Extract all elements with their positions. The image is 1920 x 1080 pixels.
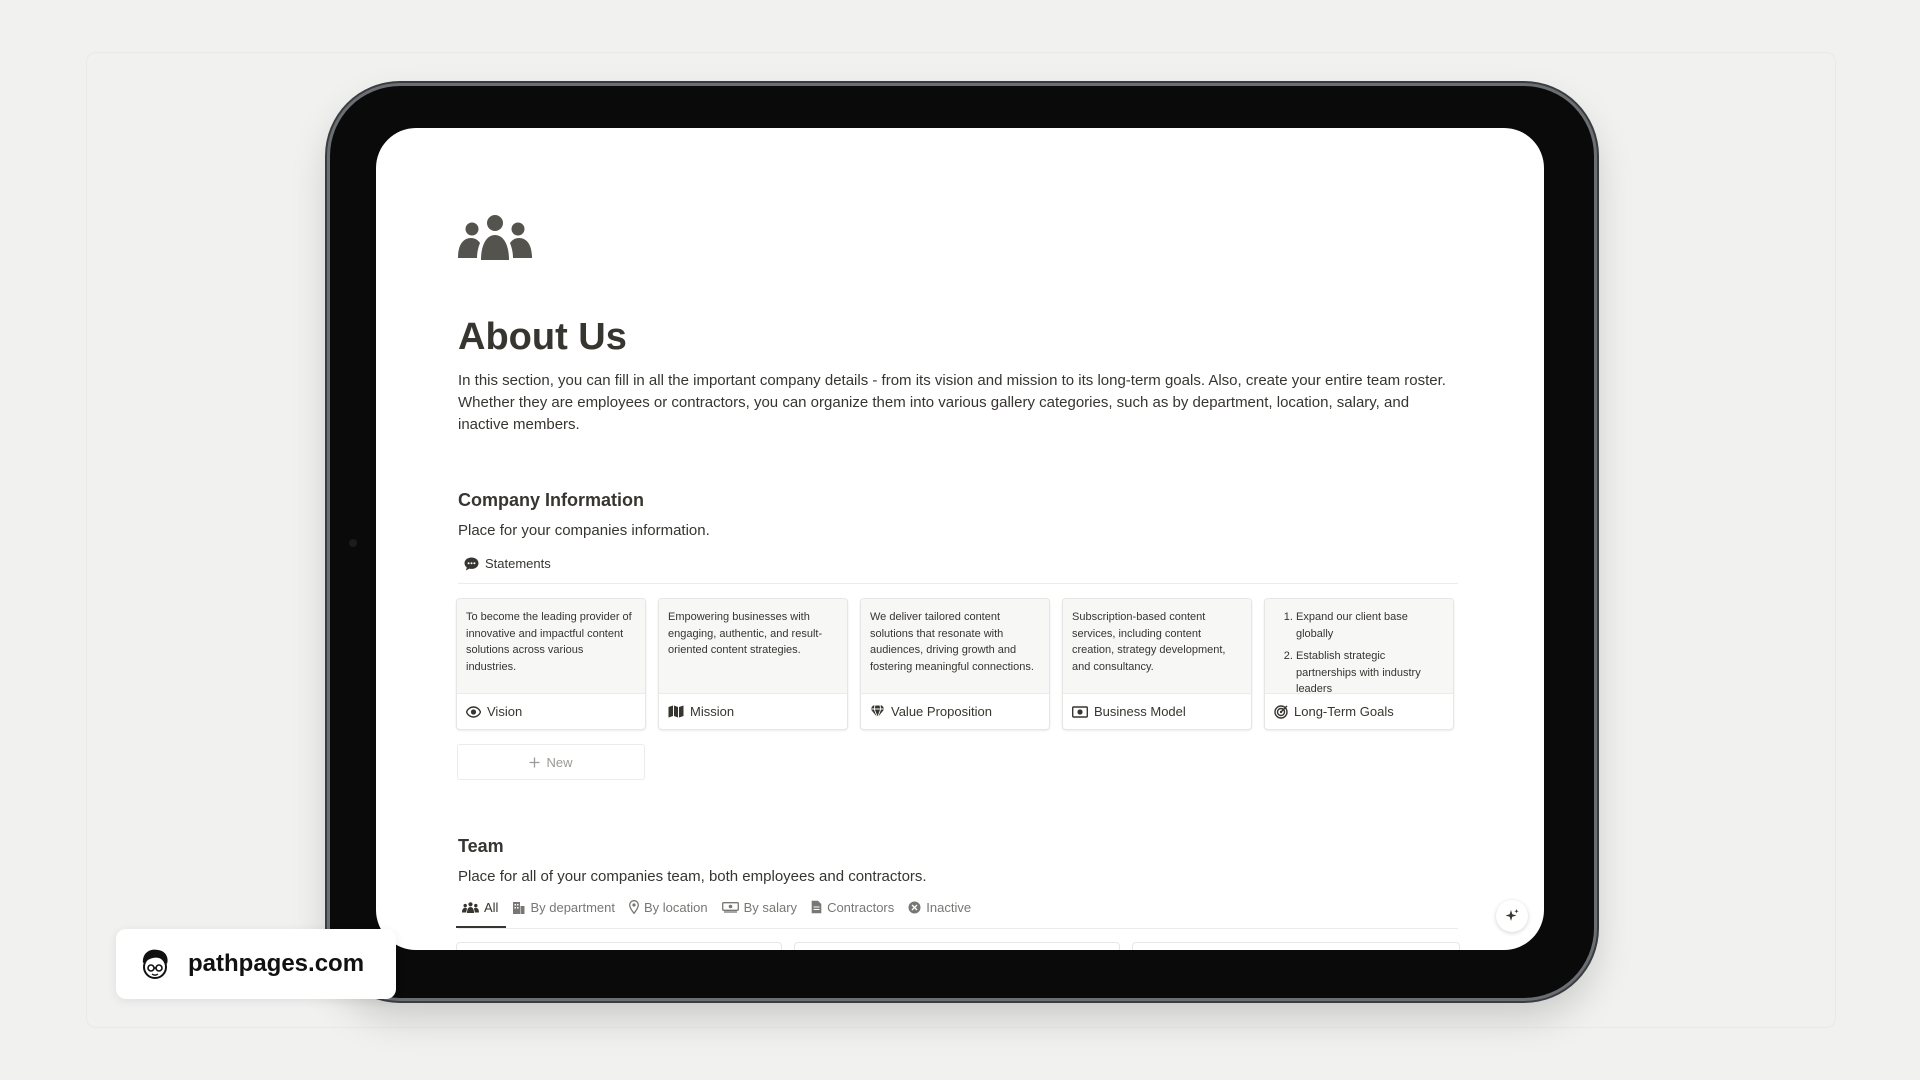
tab-contractors[interactable]: Contractors <box>811 896 894 918</box>
card-title-row: Value Proposition <box>861 693 1049 729</box>
team-icon <box>458 215 532 260</box>
target-icon <box>1274 704 1288 719</box>
document-icon <box>811 900 822 914</box>
sparkle-icon <box>1505 909 1519 921</box>
chat-bubble-icon <box>464 557 479 570</box>
tab-all[interactable]: All <box>462 896 498 918</box>
company-heading: Company Information <box>458 490 645 510</box>
tab-inactive[interactable]: Inactive <box>908 896 971 918</box>
card-long-term-goals[interactable]: Expand our client base globally Establis… <box>1264 598 1454 730</box>
team-card[interactable] <box>1132 942 1460 950</box>
map-icon <box>668 705 684 718</box>
tab-label: By salary <box>743 899 798 915</box>
pathpages-logo-icon <box>142 949 168 979</box>
team-heading: Team <box>458 836 504 856</box>
cash-icon <box>721 901 739 913</box>
pathpages-badge[interactable]: pathpages.com <box>116 929 396 999</box>
tabs-divider <box>458 928 1458 929</box>
card-preview: Empowering businesses with engaging, aut… <box>659 599 847 693</box>
statements-gallery: To become the leading provider of innova… <box>456 598 1454 730</box>
ai-assistant-button[interactable] <box>1496 900 1528 932</box>
card-value-proposition[interactable]: We deliver tailored content solutions th… <box>860 598 1050 730</box>
card-title: Vision <box>487 704 523 719</box>
new-card-label: New <box>546 754 573 770</box>
card-title-row: Mission <box>659 693 847 729</box>
tab-label: By department <box>530 899 615 915</box>
company-subtitle: Place for your companies information. <box>458 522 710 539</box>
card-title: Long-Term Goals <box>1294 704 1394 719</box>
card-title: Business Model <box>1094 704 1186 719</box>
goal-item: Establish strategic partnerships with in… <box>1296 648 1444 693</box>
money-icon <box>1072 705 1088 718</box>
view-tab-label: Statements <box>485 556 551 571</box>
team-card[interactable] <box>794 942 1120 950</box>
tab-label: All <box>484 899 499 915</box>
team-small-icon <box>462 901 479 913</box>
card-title-row: Vision <box>457 693 645 729</box>
card-title: Value Proposition <box>891 704 992 719</box>
location-pin-icon <box>629 900 639 914</box>
goal-item: Expand our client base globally <box>1296 609 1444 642</box>
tablet-camera <box>349 539 357 547</box>
page-title: About Us <box>458 316 627 358</box>
team-gallery <box>456 942 1460 950</box>
building-icon <box>513 901 525 914</box>
view-tab-statements[interactable]: Statements <box>464 556 551 571</box>
tab-by-salary[interactable]: By salary <box>721 896 798 918</box>
gem-icon <box>870 705 885 718</box>
tab-label: Inactive <box>926 899 972 915</box>
tab-by-location[interactable]: By location <box>629 896 708 918</box>
x-circle-icon <box>908 901 921 913</box>
card-mission[interactable]: Empowering businesses with engaging, aut… <box>658 598 848 730</box>
card-preview: Subscription-based content services, inc… <box>1063 599 1251 693</box>
card-preview: Expand our client base globally Establis… <box>1265 599 1453 693</box>
tablet-screen: About Us In this section, you can fill i… <box>376 128 1544 950</box>
card-title-row: Business Model <box>1063 693 1251 729</box>
tab-by-department[interactable]: By department <box>512 896 615 918</box>
card-preview: We deliver tailored content solutions th… <box>861 599 1049 693</box>
tab-label: By location <box>644 899 708 915</box>
page-intro: In this section, you can fill in all the… <box>458 372 1446 433</box>
eye-icon <box>466 705 481 718</box>
team-subtitle: Place for all of your companies team, bo… <box>458 868 927 885</box>
team-view-tabs: All By department By location By salary … <box>462 896 971 918</box>
plus-icon <box>529 757 540 767</box>
badge-text: pathpages.com <box>188 950 365 977</box>
team-card[interactable] <box>456 942 782 950</box>
tab-label: Contractors <box>827 899 895 915</box>
card-business-model[interactable]: Subscription-based content services, inc… <box>1062 598 1252 730</box>
card-title-row: Long-Term Goals <box>1265 693 1453 729</box>
new-card-button[interactable]: New <box>457 744 645 780</box>
card-preview: To become the leading provider of innova… <box>457 599 645 693</box>
card-vision[interactable]: To become the leading provider of innova… <box>456 598 646 730</box>
view-divider <box>458 583 1458 584</box>
card-title: Mission <box>690 704 735 719</box>
